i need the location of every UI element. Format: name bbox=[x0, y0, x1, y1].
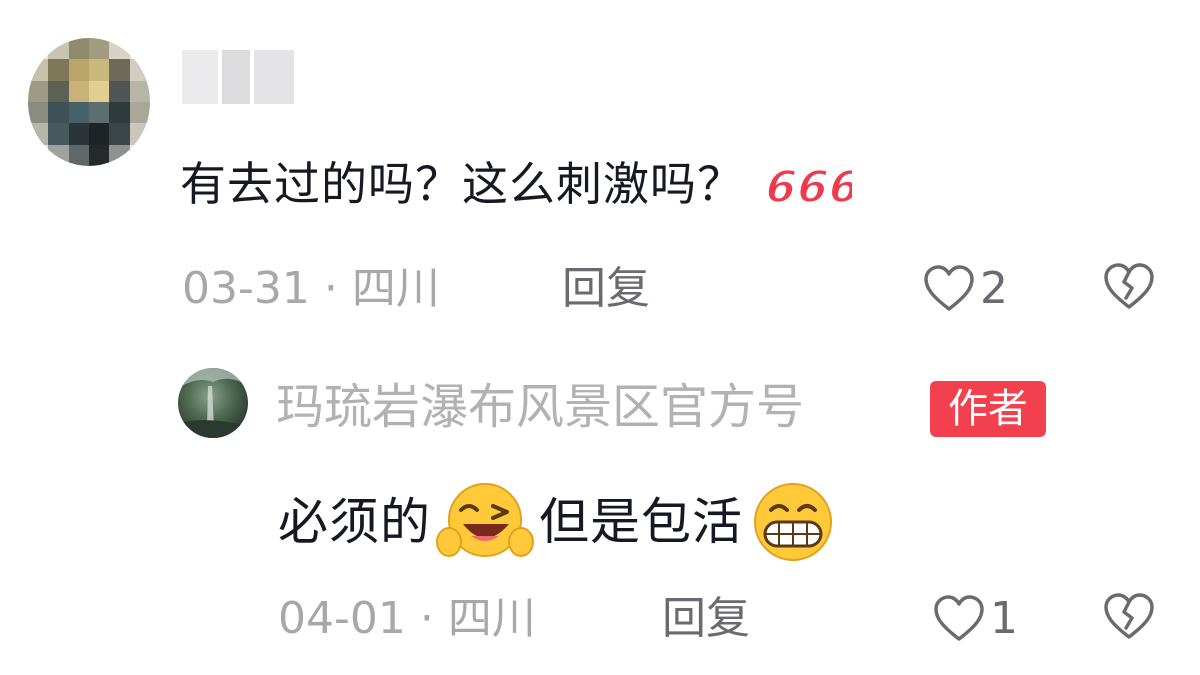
reply-text-part2: 但是包活 bbox=[539, 493, 743, 551]
reply-location: 四川 bbox=[447, 593, 536, 644]
broken-heart-icon bbox=[1104, 263, 1154, 309]
reply-dislike-button[interactable] bbox=[1102, 592, 1156, 646]
like-count: 2 bbox=[980, 263, 1008, 314]
meta-separator: · bbox=[419, 593, 434, 644]
sticker-666-icon: 666 bbox=[758, 161, 852, 214]
author-name[interactable]: 玛琉岩瀑布风景区官方号 bbox=[276, 378, 804, 436]
author-badge: 作者 bbox=[930, 381, 1046, 437]
comment-location: 四川 bbox=[351, 263, 440, 314]
comment-meta: 03-31 · 四川 bbox=[182, 262, 440, 316]
dislike-button[interactable] bbox=[1102, 262, 1156, 316]
reply-like-count: 1 bbox=[990, 593, 1018, 644]
reply-like-button[interactable]: 1 bbox=[932, 592, 1018, 646]
waterfall-avatar-image bbox=[178, 368, 248, 438]
meta-separator: · bbox=[323, 263, 338, 314]
reply-reply-button[interactable]: 回复 bbox=[662, 592, 750, 646]
heart-outline-icon bbox=[934, 595, 984, 641]
broken-heart-icon bbox=[1104, 593, 1154, 639]
reply-text-part1: 必须的 bbox=[278, 493, 431, 551]
reply-date: 04-01 bbox=[278, 593, 406, 644]
comment-text: 有去过的吗？这么刺激吗？ 666 bbox=[180, 154, 852, 214]
heart-outline-icon bbox=[924, 265, 974, 311]
like-button[interactable]: 2 bbox=[922, 262, 1008, 316]
reply-meta: 04-01 · 四川 bbox=[278, 592, 536, 646]
user-avatar[interactable] bbox=[28, 38, 150, 166]
grinning-teeth-emoji bbox=[754, 483, 832, 561]
username-pixelated[interactable] bbox=[182, 50, 294, 104]
author-avatar[interactable] bbox=[178, 368, 248, 438]
reply-button[interactable]: 回复 bbox=[562, 262, 650, 316]
reply-text: 必须的 但是包活 bbox=[278, 480, 839, 564]
laughing-wink-emoji bbox=[436, 483, 534, 557]
sticker-text: 666 bbox=[759, 162, 852, 213]
comment-date: 03-31 bbox=[182, 263, 310, 314]
comment-text-label: 有去过的吗？这么刺激吗？ bbox=[180, 157, 744, 211]
